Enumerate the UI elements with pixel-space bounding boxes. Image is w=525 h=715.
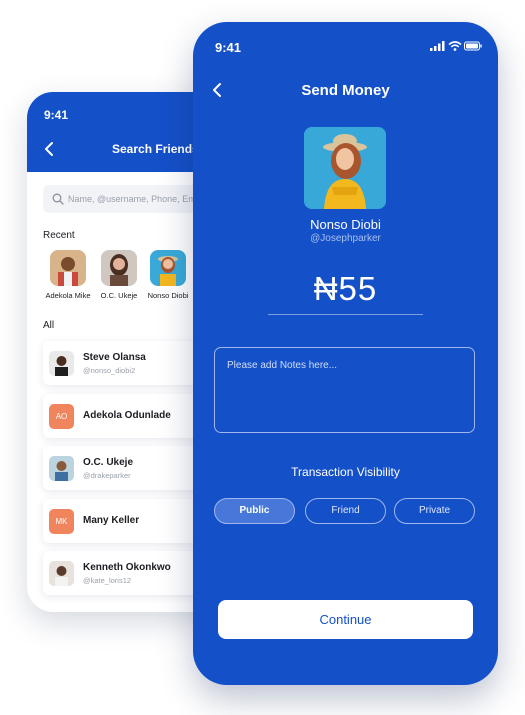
recipient-photo xyxy=(304,127,386,209)
visibility-friend-button[interactable]: Friend xyxy=(305,498,386,524)
search-placeholder: Name, @username, Phone, Email xyxy=(68,194,205,204)
avatar xyxy=(49,561,74,586)
contact-handle: @nonso_diobi2 xyxy=(83,366,136,375)
initials-avatar: MK xyxy=(49,509,74,534)
search-icon xyxy=(52,193,64,205)
continue-button[interactable]: Continue xyxy=(218,600,473,639)
battery-icon xyxy=(464,41,482,51)
status-time: 9:41 xyxy=(215,40,242,55)
recent-friend[interactable]: Nonso Diobi xyxy=(138,250,198,300)
recipient-handle: @Josephparker xyxy=(310,233,381,244)
visibility-private-button[interactable]: Private xyxy=(394,498,475,524)
contact-name: Kenneth Okonkwo xyxy=(83,562,171,573)
wifi-icon xyxy=(448,41,462,51)
avatar xyxy=(101,250,137,286)
contact-name: Steve Olansa xyxy=(83,352,146,363)
avatar xyxy=(50,250,86,286)
notes-placeholder: Please add Notes here... xyxy=(227,360,338,371)
recent-friend-name: Nonso Diobi xyxy=(147,291,189,300)
avatar xyxy=(49,456,74,481)
screen-title: Send Money xyxy=(301,82,390,99)
screen-title: Search Friends xyxy=(112,142,199,156)
send-money-screen: 9:41 Send Money Nonso Diobi @Josephparke… xyxy=(193,22,498,685)
all-label: All xyxy=(43,320,55,331)
contact-handle: @kate_loris12 xyxy=(83,576,132,585)
status-icons xyxy=(430,41,482,51)
initials-avatar: AO xyxy=(49,404,74,429)
recent-label: Recent xyxy=(43,230,75,241)
avatar xyxy=(150,250,186,286)
back-chevron-icon[interactable] xyxy=(43,140,55,158)
amount-underline xyxy=(268,314,423,315)
contact-handle: @drakeparker xyxy=(83,471,131,480)
contact-name: Adekola Odunlade xyxy=(83,410,171,421)
recipient-name: Nonso Diobi xyxy=(310,217,381,232)
visibility-label: Transaction Visibility xyxy=(291,465,400,479)
contact-name: Many Keller xyxy=(83,515,140,526)
status-time: 9:41 xyxy=(44,108,69,122)
visibility-public-button[interactable]: Public xyxy=(214,498,295,524)
contact-name: O.C. Ukeje xyxy=(83,457,134,468)
avatar xyxy=(49,351,74,376)
signal-icon xyxy=(430,41,445,51)
amount-display[interactable]: ₦55 xyxy=(193,270,498,308)
